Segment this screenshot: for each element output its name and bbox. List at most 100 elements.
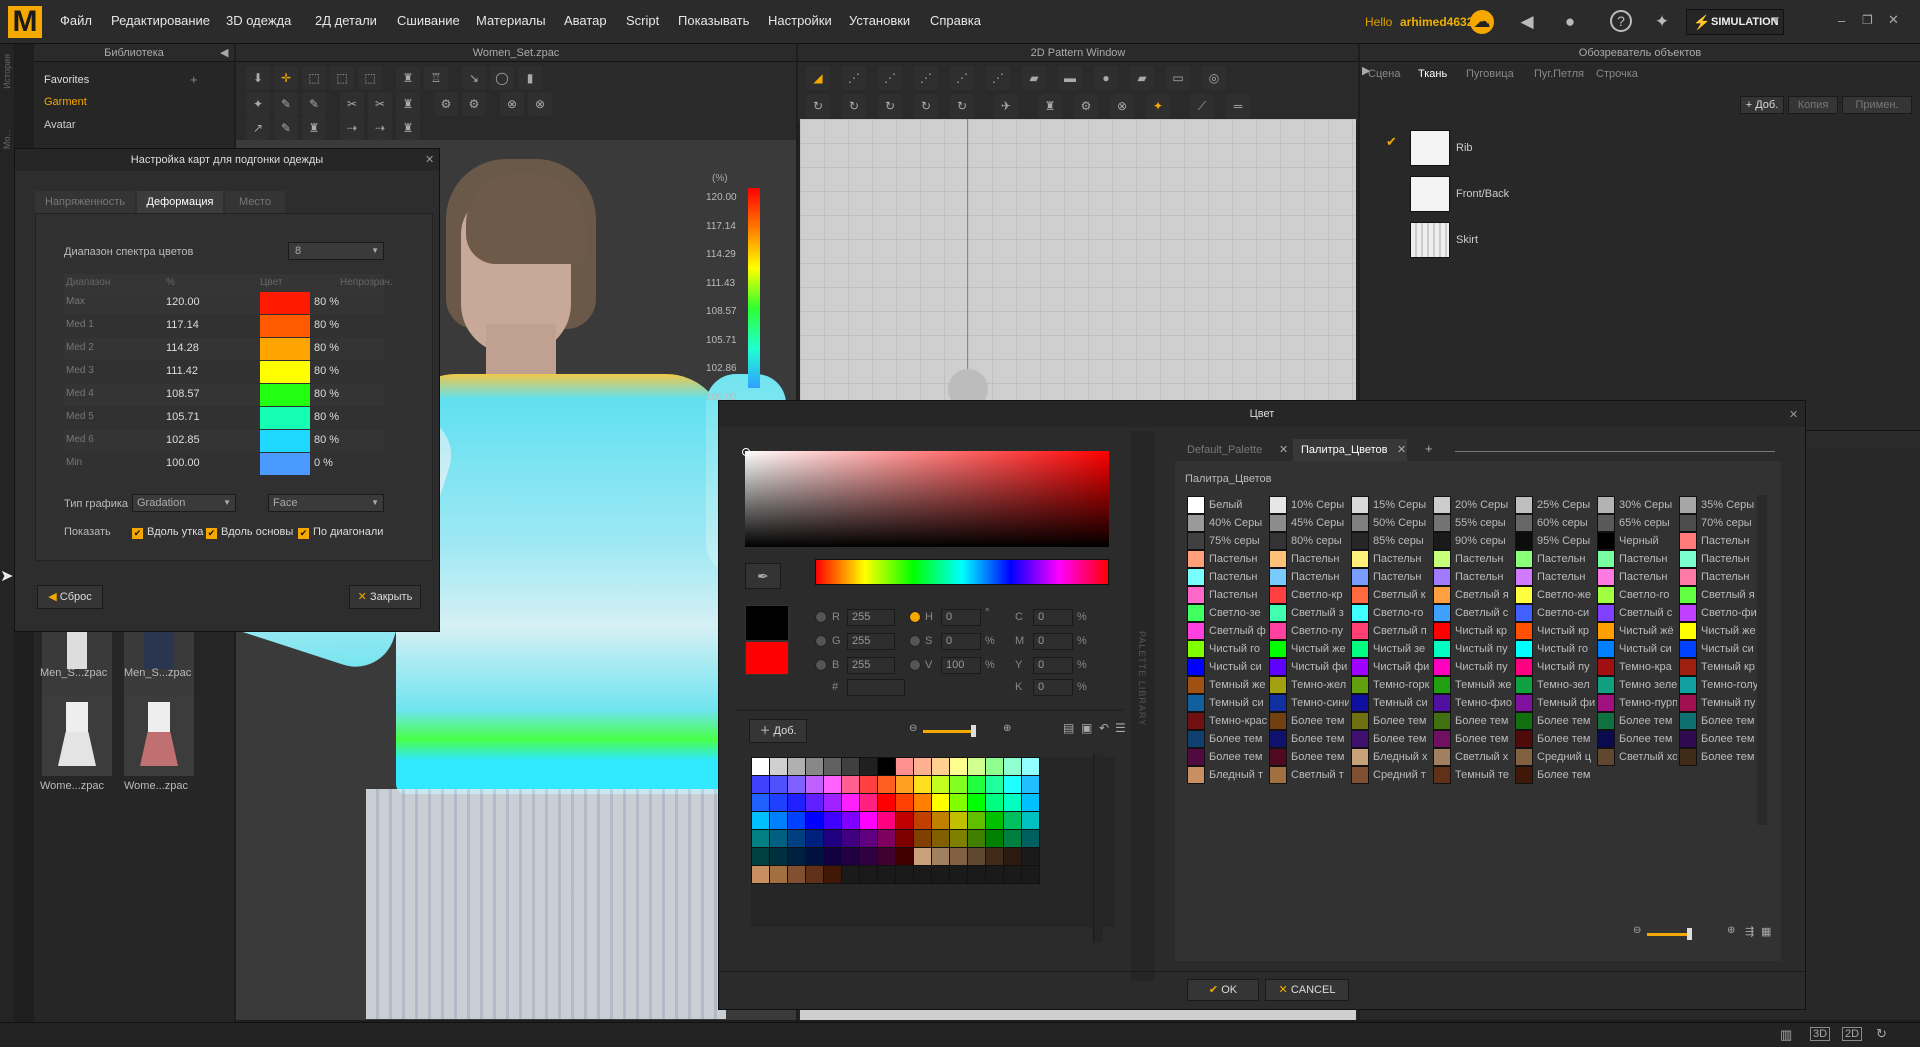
close-icon[interactable]: ✕: [425, 153, 434, 166]
color-swatch[interactable]: [985, 847, 1004, 866]
palette-entry[interactable]: Белый: [1187, 495, 1267, 515]
palette-entry[interactable]: Темно-голу: [1679, 675, 1759, 695]
hex-input[interactable]: [847, 679, 905, 696]
palette-entry[interactable]: Более тем: [1433, 729, 1513, 749]
palette-entry[interactable]: Чистый кр: [1515, 621, 1595, 641]
palette-entry[interactable]: 70% серы: [1679, 513, 1759, 533]
palette-entry[interactable]: Средний ц: [1515, 747, 1595, 767]
tab-stitch[interactable]: Строчка: [1596, 64, 1638, 84]
palette-entry[interactable]: Светло-зе: [1187, 603, 1267, 623]
palette-entry[interactable]: Светлый я: [1679, 585, 1759, 605]
color-swatch[interactable]: [985, 865, 1004, 884]
tool-icon[interactable]: ↻: [806, 94, 830, 118]
garment-icon[interactable]: ✦: [1650, 10, 1674, 34]
palette-entry[interactable]: Светло-кр: [1269, 585, 1349, 605]
tab-fabric[interactable]: Ткань: [1418, 64, 1447, 84]
color-swatch[interactable]: [949, 829, 968, 848]
color-swatch[interactable]: [751, 811, 770, 830]
palette-entry[interactable]: Чистый пу: [1433, 657, 1513, 677]
palette-entry[interactable]: Более тем: [1515, 711, 1595, 731]
color-swatch[interactable]: [931, 865, 950, 884]
palette-entry[interactable]: 10% Серы: [1269, 495, 1349, 515]
tool-icon[interactable]: ⊗: [1110, 94, 1134, 118]
color-swatch[interactable]: [787, 757, 806, 776]
range-opacity[interactable]: 80 %: [314, 411, 339, 423]
color-swatch[interactable]: [877, 757, 896, 776]
color-swatch[interactable]: [823, 793, 842, 812]
palette-entry[interactable]: Светлый х: [1433, 747, 1513, 767]
palette-entry[interactable]: Более тем: [1679, 711, 1759, 731]
palette-entry[interactable]: 25% Серы: [1515, 495, 1595, 515]
tool-icon[interactable]: ♜: [396, 66, 420, 90]
tool-icon[interactable]: ⇢: [340, 116, 364, 140]
palette-entry[interactable]: Более тем: [1597, 729, 1677, 749]
tool-icon[interactable]: ▭: [1166, 66, 1190, 90]
palette-entry[interactable]: Более тем: [1679, 747, 1759, 767]
palette-entry[interactable]: Чистый си: [1187, 657, 1267, 677]
color-swatch[interactable]: [985, 793, 1004, 812]
palette-entry[interactable]: 85% серы: [1351, 531, 1431, 551]
add-icon[interactable]: +: [190, 72, 198, 87]
palette-entry[interactable]: Темный кр: [1679, 657, 1759, 677]
range-color-swatch[interactable]: [260, 292, 310, 314]
tool-icon[interactable]: ▰: [1130, 66, 1154, 90]
spectrum-select[interactable]: 8 ▼: [288, 242, 384, 260]
palette-entry[interactable]: Чистый фи: [1351, 657, 1431, 677]
color-swatch[interactable]: [967, 865, 986, 884]
tool-icon[interactable]: ⚙: [434, 92, 458, 116]
tool-icon[interactable]: ⋰: [914, 66, 938, 90]
close-icon[interactable]: ✕: [1789, 408, 1798, 421]
palette-entry[interactable]: Более тем: [1351, 729, 1431, 749]
color-swatch[interactable]: [913, 847, 932, 866]
zoom-slider[interactable]: ⊖ ⊕: [909, 723, 1049, 737]
palette-entry[interactable]: Пастельн: [1515, 567, 1595, 587]
s-input[interactable]: 0: [941, 633, 981, 650]
color-swatch[interactable]: [751, 775, 770, 794]
color-swatch[interactable]: [841, 829, 860, 848]
copy-fabric-button[interactable]: Копия: [1788, 96, 1838, 114]
palette-entry[interactable]: Более тем: [1679, 729, 1759, 749]
menu-script[interactable]: Script: [626, 13, 659, 28]
fabric-name[interactable]: Front/Back: [1456, 188, 1509, 200]
color-swatch[interactable]: [859, 865, 878, 884]
color-swatch[interactable]: [877, 865, 896, 884]
color-swatch[interactable]: [985, 757, 1004, 776]
palette-entry[interactable]: Темно-зел: [1515, 675, 1595, 695]
tool-icon[interactable]: ⚙: [1074, 94, 1098, 118]
color-swatch[interactable]: [787, 829, 806, 848]
k-input[interactable]: 0: [1033, 679, 1073, 696]
g-input[interactable]: 255: [847, 633, 895, 650]
view-2d-icon[interactable]: 2D: [1842, 1027, 1863, 1041]
palette-entry[interactable]: Темный пу: [1679, 693, 1759, 713]
color-swatch[interactable]: [931, 847, 950, 866]
tool-icon[interactable]: ▮: [518, 66, 542, 90]
palette-entry[interactable]: Пастельн: [1187, 585, 1267, 605]
palette-entry[interactable]: 15% Серы: [1351, 495, 1431, 515]
color-swatch[interactable]: [895, 757, 914, 776]
palette-entry[interactable]: Чистый си: [1597, 639, 1677, 659]
color-swatch[interactable]: [913, 775, 932, 794]
refresh-icon[interactable]: ↻: [1876, 1026, 1887, 1042]
palette-entry[interactable]: Светло-пу: [1269, 621, 1349, 641]
range-row[interactable]: Med 3 111.42 80 %: [64, 361, 384, 383]
color-swatch[interactable]: [985, 775, 1004, 794]
cloud-icon[interactable]: ☁: [1470, 10, 1494, 34]
hue-slider[interactable]: [815, 559, 1109, 585]
color-swatch[interactable]: [751, 847, 770, 866]
color-swatch[interactable]: [769, 811, 788, 830]
range-opacity[interactable]: 0 %: [314, 457, 333, 469]
palette-entry[interactable]: 40% Серы: [1187, 513, 1267, 533]
speaker-icon[interactable]: ◀: [1515, 10, 1539, 34]
color-swatch[interactable]: [877, 793, 896, 812]
color-swatch[interactable]: [967, 757, 986, 776]
palette-entry[interactable]: Темно-пурп: [1597, 693, 1677, 713]
library-item-favorites[interactable]: Favorites: [44, 74, 89, 86]
palette-entry[interactable]: Пастельн: [1679, 567, 1759, 587]
select-icon[interactable]: ✛: [274, 66, 298, 90]
color-swatch[interactable]: [805, 757, 824, 776]
folder-icon[interactable]: ▤: [1063, 721, 1074, 735]
color-swatch[interactable]: [1021, 865, 1040, 884]
palette-entry[interactable]: Светло-си: [1515, 603, 1595, 623]
tool-icon[interactable]: ⬇: [246, 66, 270, 90]
color-swatch[interactable]: [823, 811, 842, 830]
